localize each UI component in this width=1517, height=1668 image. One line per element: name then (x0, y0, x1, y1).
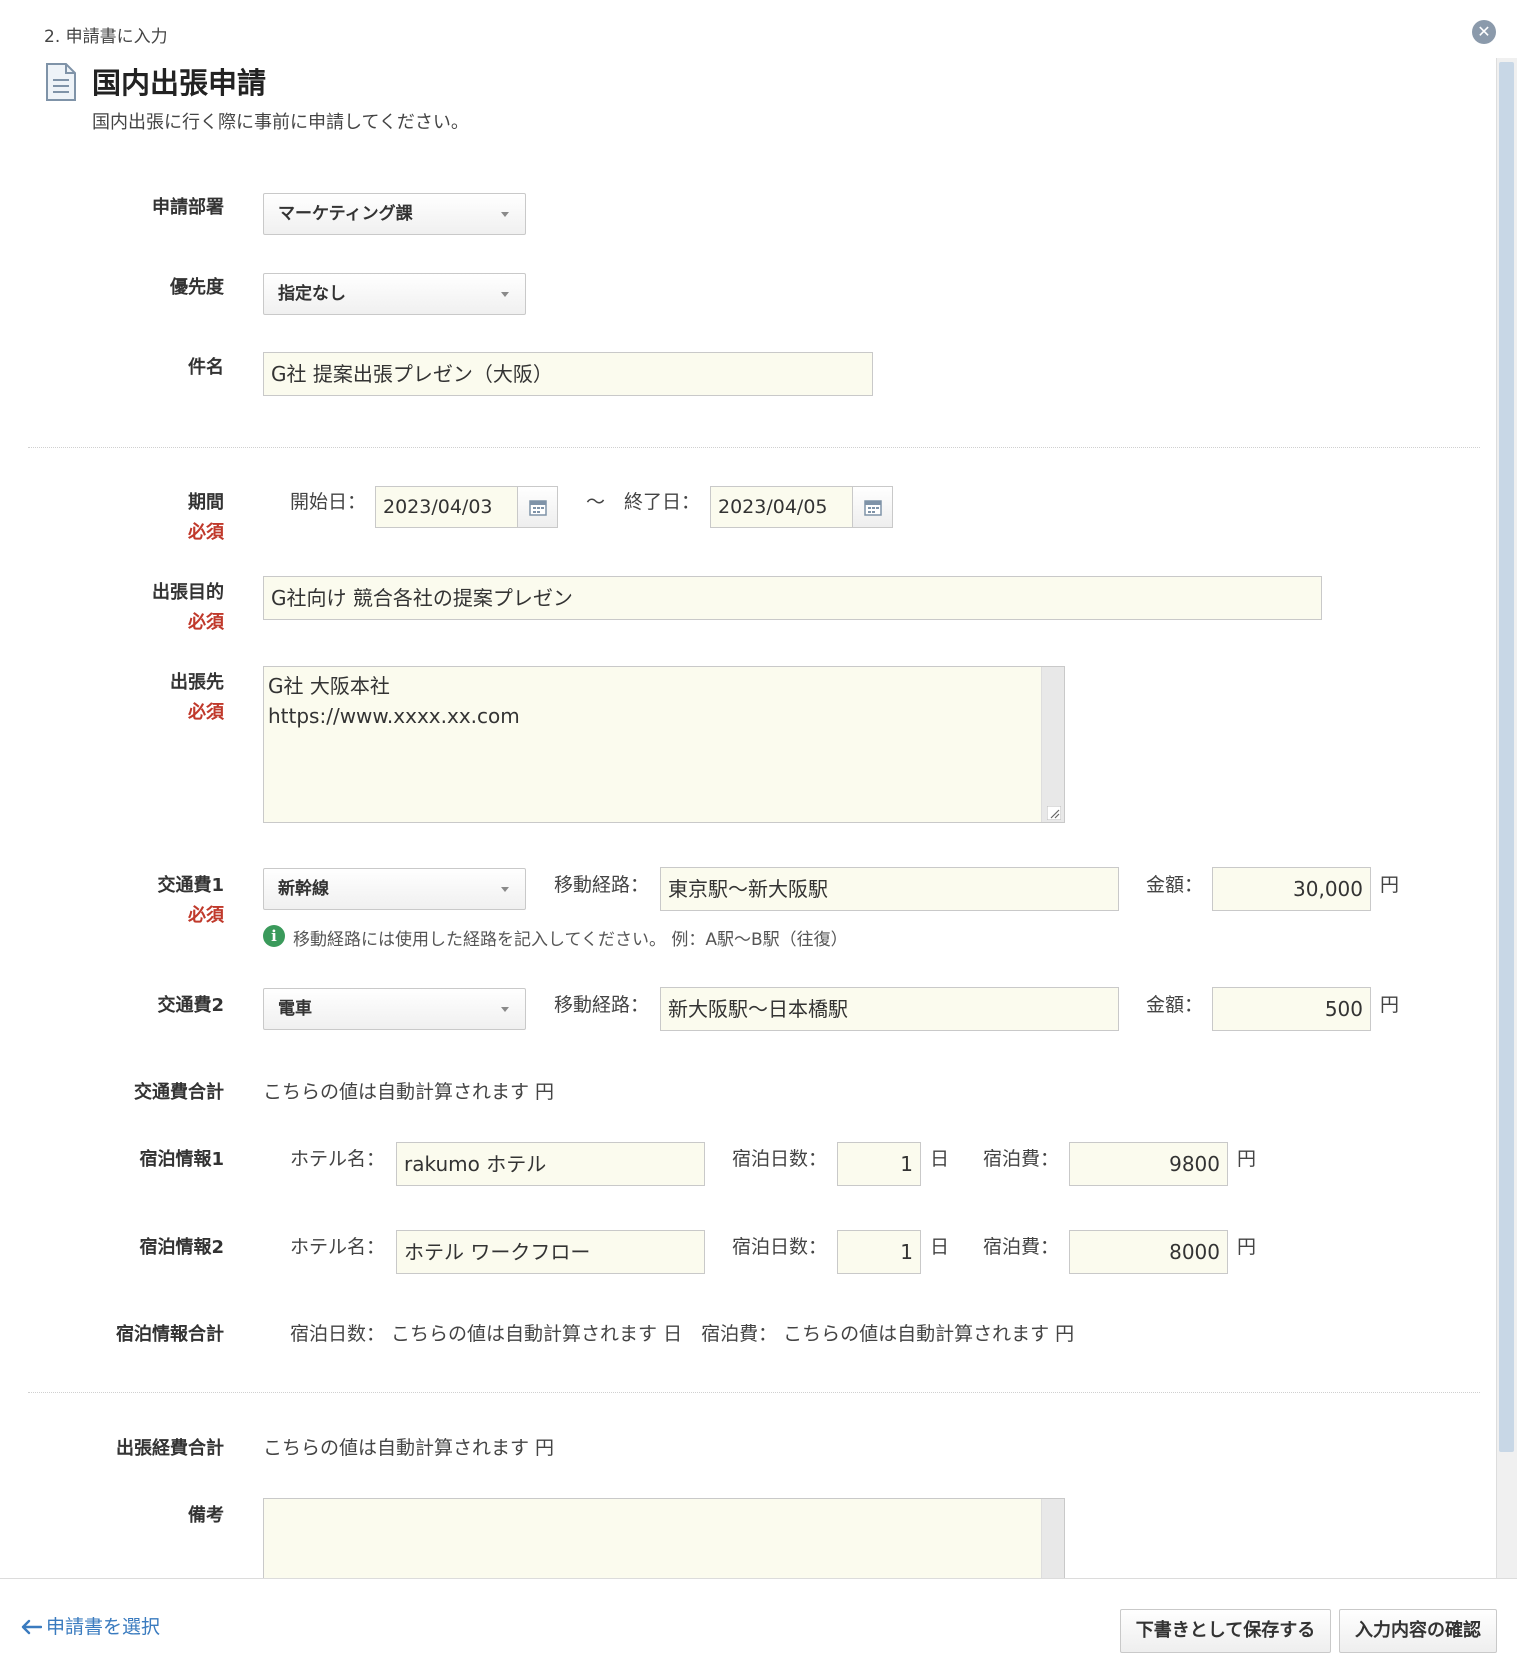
remarks-label: 備考 (188, 1505, 224, 1526)
transport2-route-label: 移動経路： (554, 994, 650, 1016)
lodging2-label: 宿泊情報2 (139, 1237, 224, 1258)
lodging1-label: 宿泊情報1 (139, 1149, 224, 1170)
page-description: 国内出張に行く際に事前に申請してください。 (92, 112, 469, 133)
lodging2-hotel-input[interactable]: ホテル ワークフロー (396, 1230, 705, 1274)
transport1-route-label: 移動経路： (554, 874, 650, 896)
end-date-input[interactable]: 2023/04/05 (710, 486, 853, 528)
transport2-amount-label: 金額： (1146, 994, 1204, 1016)
priority-value: 指定なし (278, 284, 346, 304)
page-title: 国内出張申請 (92, 66, 267, 100)
required-badge: 必須 (188, 905, 224, 926)
transport1-label: 交通費1 (157, 875, 224, 896)
start-date-input[interactable]: 2023/04/03 (375, 486, 518, 528)
arrow-left-icon (21, 1619, 43, 1635)
transport-total-label: 交通費合計 (134, 1082, 224, 1103)
calendar-icon (863, 500, 882, 516)
textarea-scrollbar[interactable] (1041, 667, 1064, 822)
transport1-type-value: 新幹線 (278, 879, 329, 899)
subject-input[interactable]: G社 提案出張プレゼン（大阪） (263, 352, 873, 396)
expense-total-value: こちらの値は自動計算されます 円 (263, 1437, 555, 1459)
lodging2-nights-unit: 日 (930, 1236, 950, 1258)
section-divider (28, 1392, 1480, 1393)
period-separator: ～ (586, 491, 606, 513)
department-label: 申請部署 (152, 197, 224, 218)
page-scrollbar-thumb[interactable] (1499, 62, 1514, 1452)
destination-label: 出張先 (170, 672, 224, 693)
department-value: マーケティング課 (278, 204, 413, 224)
chevron-down-icon (501, 887, 509, 892)
lodging1-hotel-label: ホテル名： (290, 1148, 386, 1170)
lodging2-cost-input[interactable]: 8000 (1069, 1230, 1228, 1274)
transport2-amount-input[interactable]: 500 (1212, 987, 1371, 1031)
lodging2-nights-label: 宿泊日数： (732, 1236, 828, 1258)
calendar-icon (528, 500, 547, 516)
start-date-picker-button[interactable] (518, 486, 558, 528)
lodging1-nights-input[interactable]: 1 (837, 1142, 921, 1186)
end-date-picker-button[interactable] (853, 486, 893, 528)
subject-label: 件名 (188, 357, 224, 378)
resize-handle-icon[interactable] (1047, 806, 1061, 820)
section-divider (28, 447, 1480, 448)
transport1-note: 移動経路には使用した経路を記入してください。 例：A駅～B駅（往復） (293, 930, 848, 950)
confirm-button[interactable]: 入力内容の確認 (1339, 1609, 1497, 1653)
info-icon: i (263, 925, 285, 947)
lodging1-cost-input[interactable]: 9800 (1069, 1142, 1228, 1186)
save-draft-button[interactable]: 下書きとして保存する (1120, 1609, 1331, 1653)
purpose-label: 出張目的 (152, 582, 224, 603)
transport1-amount-label: 金額： (1146, 874, 1204, 896)
transport1-route-input[interactable]: 東京駅～新大阪駅 (660, 867, 1119, 911)
start-date-label: 開始日： (290, 491, 367, 513)
period-label: 期間 (188, 492, 224, 513)
lodging1-cost-unit: 円 (1237, 1148, 1257, 1170)
lodging2-cost-unit: 円 (1237, 1236, 1257, 1258)
end-date-label: 終了日： (624, 491, 701, 513)
chevron-down-icon (501, 212, 509, 217)
lodging2-nights-input[interactable]: 1 (837, 1230, 921, 1274)
transport1-type-select[interactable]: 新幹線 (263, 868, 526, 910)
required-badge: 必須 (188, 522, 224, 543)
lodging1-hotel-input[interactable]: rakumo ホテル (396, 1142, 705, 1186)
priority-label: 優先度 (170, 277, 224, 298)
chevron-down-icon (501, 1007, 509, 1012)
transport2-type-value: 電車 (278, 999, 312, 1019)
expense-total-label: 出張経費合計 (116, 1438, 224, 1459)
document-icon (46, 63, 76, 101)
required-badge: 必須 (188, 612, 224, 633)
lodging-total-value: 宿泊日数： こちらの値は自動計算されます 日 宿泊費： こちらの値は自動計算され… (290, 1323, 1075, 1345)
step-indicator: 2. 申請書に入力 (44, 27, 168, 47)
transport2-unit: 円 (1380, 994, 1400, 1016)
transport-total-value: こちらの値は自動計算されます 円 (263, 1081, 555, 1103)
department-select[interactable]: マーケティング課 (263, 193, 526, 235)
required-badge: 必須 (188, 702, 224, 723)
transport2-label: 交通費2 (157, 995, 224, 1016)
destination-textarea[interactable]: G社 大阪本社 https://www.xxxx.xx.com (263, 666, 1065, 823)
chevron-down-icon (501, 292, 509, 297)
purpose-input[interactable]: G社向け 競合各社の提案プレゼン (263, 576, 1322, 620)
close-icon[interactable]: ✕ (1472, 20, 1496, 44)
priority-select[interactable]: 指定なし (263, 273, 526, 315)
lodging1-nights-unit: 日 (930, 1148, 950, 1170)
lodging2-hotel-label: ホテル名： (290, 1236, 386, 1258)
lodging1-cost-label: 宿泊費： (983, 1148, 1060, 1170)
lodging1-nights-label: 宿泊日数： (732, 1148, 828, 1170)
transport2-type-select[interactable]: 電車 (263, 988, 526, 1030)
transport2-route-input[interactable]: 新大阪駅～日本橋駅 (660, 987, 1119, 1031)
lodging-total-label: 宿泊情報合計 (116, 1324, 224, 1345)
back-to-select-link[interactable]: 申請書を選択 (20, 1612, 160, 1639)
transport1-unit: 円 (1380, 874, 1400, 896)
transport1-amount-input[interactable]: 30,000 (1212, 867, 1371, 911)
back-link-label: 申請書を選択 (46, 1616, 161, 1638)
lodging2-cost-label: 宿泊費： (983, 1236, 1060, 1258)
